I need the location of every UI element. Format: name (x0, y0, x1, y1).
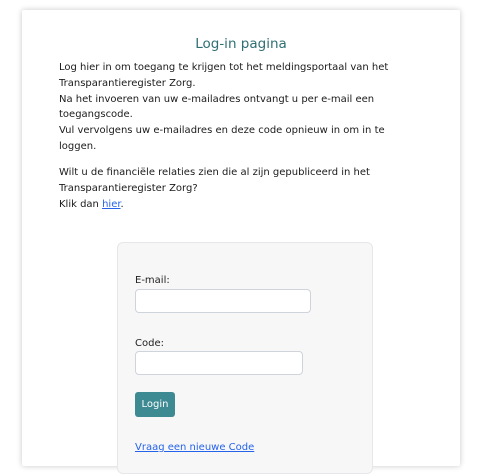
page-title: Log-in pagina (195, 36, 287, 52)
published-here-link[interactable]: hier (102, 199, 120, 210)
code-label: Code: (135, 338, 164, 349)
code-input[interactable] (135, 351, 303, 375)
intro-line: Log hier in om toegang te krijgen tot he… (59, 62, 389, 73)
login-card: Log-in pagina Log hier in om toegang te … (22, 10, 460, 474)
email-input[interactable] (135, 289, 311, 313)
click-here-line: Klik dan hier. (59, 197, 431, 213)
login-button[interactable]: Login (135, 392, 175, 417)
intro-line: loggen. (59, 140, 97, 152)
published-text: Wilt u de financiële relaties zien die a… (59, 165, 431, 212)
email-label: E-mail: (135, 275, 170, 286)
click-suffix: . (120, 198, 124, 210)
intro-line: Na het invoeren van uw e-mailadres ontva… (59, 93, 375, 105)
intro-line: Transparantieregister Zorg. (59, 77, 196, 89)
login-form: E-mail: Code: Login Vraag een nieuwe Cod… (117, 242, 373, 474)
intro-line: toegangscode. (59, 109, 133, 121)
intro-text: Log hier in om toegang te krijgen tot he… (59, 60, 431, 155)
published-line: Transparantieregister Zorg? (59, 182, 198, 194)
request-new-code-link[interactable]: Vraag een nieuwe Code (135, 442, 254, 453)
intro-line: Vul vervolgens uw e-mailadres en deze co… (59, 125, 385, 137)
published-line: Wilt u de financiële relaties zien die a… (59, 167, 370, 178)
click-prefix: Klik dan (59, 198, 103, 210)
